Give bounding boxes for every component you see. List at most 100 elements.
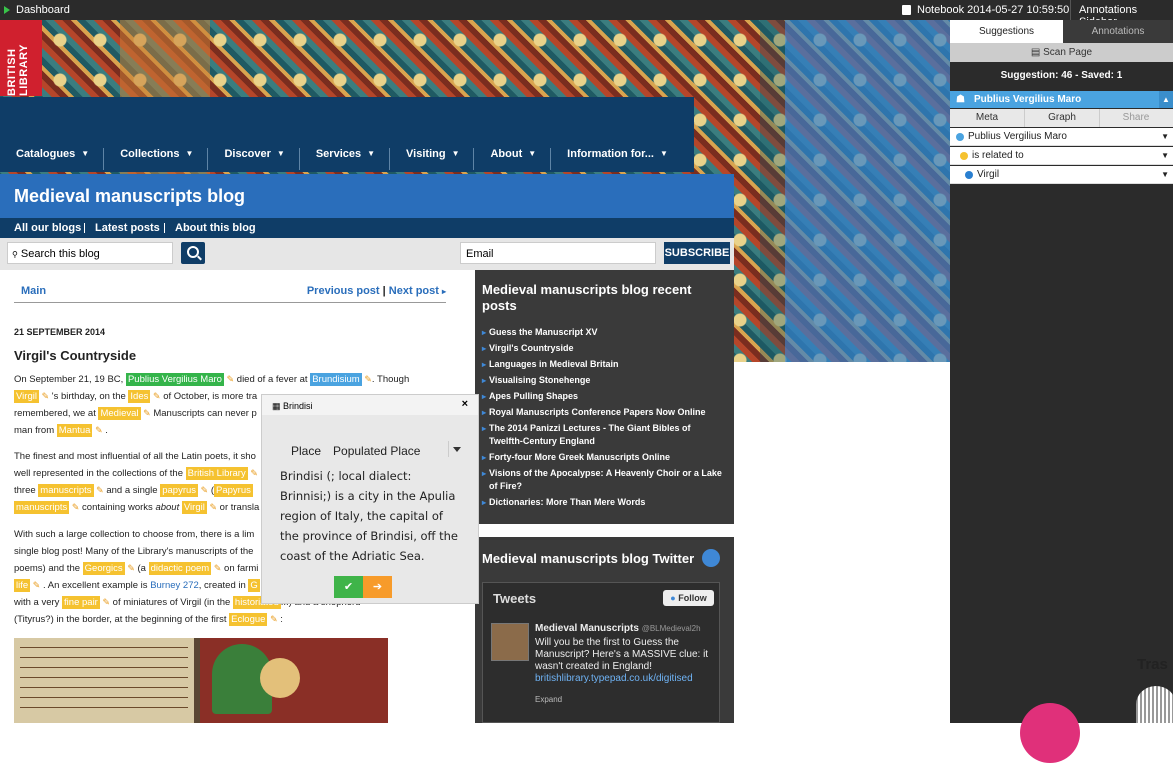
close-icon[interactable]: × — [462, 398, 468, 410]
nav-item-information-for[interactable]: Information for... ▼ — [551, 148, 682, 170]
recent-post-link[interactable]: Visions of the Apocalypse: A Heavenly Ch… — [482, 467, 722, 493]
recent-post-link[interactable]: Apes Pulling Shapes — [482, 390, 722, 403]
triple-subject-row[interactable]: Publius Vergilius Maro ▼ — [950, 128, 1173, 146]
annotation-highlight[interactable]: manuscripts — [38, 484, 94, 497]
text: . Though — [371, 374, 410, 385]
follow-button[interactable]: ● Follow — [663, 590, 714, 606]
nav-item-catalogues[interactable]: Catalogues ▼ — [0, 148, 105, 170]
annotation-highlight[interactable]: Ides — [128, 390, 151, 403]
tab-meta[interactable]: Meta — [950, 109, 1024, 127]
nav-item-visiting[interactable]: Visiting ▼ — [390, 148, 475, 170]
subscribe-button[interactable]: SUBSCRIBE — [664, 242, 730, 264]
link-latest-posts[interactable]: Latest posts — [95, 222, 160, 234]
tab-suggestions[interactable]: Suggestions — [950, 20, 1063, 43]
annotation-highlight[interactable]: Georgics — [82, 562, 125, 575]
twitter-bird-icon[interactable] — [702, 549, 720, 567]
popup-header: ▦ Brindisi × — [262, 395, 478, 415]
pencil-icon[interactable]: ✎ — [153, 391, 161, 401]
recent-post-link[interactable]: Visualising Stonehenge — [482, 374, 722, 387]
pencil-icon[interactable]: ✎ — [364, 374, 372, 384]
nav-item-collections[interactable]: Collections ▼ — [104, 148, 209, 170]
next-post-link[interactable]: Next post — [389, 285, 439, 297]
annotation-highlight[interactable]: Papyrus — [214, 484, 253, 497]
nav-item-about[interactable]: About ▼ — [474, 148, 552, 170]
annotation-highlight-publius[interactable]: Publius Vergilius Maro — [125, 373, 224, 386]
nav-item-discover[interactable]: Discover ▼ — [208, 148, 300, 170]
search-button[interactable] — [181, 242, 205, 264]
notebook-button[interactable]: Notebook 2014-05-27 10:59:50 — [902, 4, 1069, 16]
nav-label: Services — [315, 148, 362, 160]
chevron-down-icon[interactable]: ▼ — [1161, 128, 1169, 145]
annotation-highlight-brundisium[interactable]: Brundisium — [310, 373, 362, 386]
entity-type-select[interactable]: Place Populated Place — [291, 444, 432, 458]
recent-post-link[interactable]: Dictionaries: More Than Mere Words — [482, 496, 722, 509]
annotation-highlight[interactable]: G — [248, 579, 260, 592]
annotation-highlight[interactable]: manuscripts — [14, 501, 70, 514]
app-badge-icon[interactable] — [1020, 703, 1080, 763]
annotation-highlight[interactable]: Virgil — [14, 390, 39, 403]
annotation-highlight[interactable]: Medieval — [98, 407, 141, 420]
text: : — [277, 614, 283, 625]
pencil-icon[interactable]: ✎ — [227, 374, 235, 384]
chevron-down-icon[interactable]: ▼ — [1161, 147, 1169, 164]
blog-title[interactable]: Medieval manuscripts blog — [14, 186, 245, 207]
recent-post-link[interactable]: Royal Manuscripts Conference Papers Now … — [482, 406, 722, 419]
triple-object-row[interactable]: Virgil ▼ — [950, 166, 1173, 184]
post-title[interactable]: Virgil's Countryside — [14, 348, 136, 363]
chevron-down-icon[interactable]: ▼ — [1161, 166, 1169, 183]
email-input[interactable]: Email — [460, 242, 656, 264]
avatar[interactable] — [491, 623, 529, 661]
nav-label: About — [490, 148, 523, 160]
expand-link[interactable]: Expand — [535, 695, 562, 704]
annotation-highlight[interactable]: British Library — [185, 467, 248, 480]
dashboard-button[interactable]: Dashboard — [4, 4, 70, 16]
annotation-highlight[interactable]: Virgil — [181, 501, 207, 514]
recent-post-link[interactable]: Forty-four More Greek Manuscripts Online — [482, 451, 722, 464]
link-about-blog[interactable]: About this blog — [175, 222, 256, 234]
tweet-author[interactable]: Medieval Manuscripts @BLMedieval2h — [535, 623, 701, 634]
annotation-highlight[interactable]: papyrus — [160, 484, 199, 497]
search-input[interactable]: ⚲ Search this blog — [7, 242, 173, 264]
pencil-icon[interactable]: ✎ — [250, 468, 258, 478]
previous-post-link[interactable]: Previous post — [307, 285, 380, 297]
main-link[interactable]: Main — [21, 285, 46, 297]
tab-share[interactable]: Share — [1099, 109, 1173, 127]
burney-272-link[interactable]: Burney 272 — [150, 580, 199, 591]
pencil-icon[interactable]: ✎ — [127, 563, 135, 573]
pencil-icon[interactable]: ✎ — [209, 502, 217, 512]
recent-post-link[interactable]: Guess the Manuscript XV — [482, 326, 722, 339]
next-button[interactable]: ➔ — [363, 576, 392, 598]
tab-graph[interactable]: Graph — [1024, 109, 1100, 127]
tweet-link[interactable]: britishlibrary.typepad.co.uk/digitised — [535, 673, 693, 684]
annotation-highlight[interactable]: Mantua — [56, 424, 93, 437]
link-all-blogs[interactable]: All our blogs — [14, 222, 81, 234]
predicate-label: is related to — [972, 150, 1024, 161]
british-library-logo[interactable]: BRITISH LIBRARY — [0, 20, 42, 96]
tab-annotations[interactable]: Annotations — [1063, 20, 1173, 43]
annotation-highlight[interactable]: fine pair — [62, 596, 100, 609]
pencil-icon[interactable]: ✎ — [143, 408, 151, 418]
divider — [84, 223, 85, 233]
scan-page-button[interactable]: ▤ Scan Page — [950, 43, 1173, 62]
triple-predicate-row[interactable]: is related to ▼ — [950, 147, 1173, 165]
annotation-highlight[interactable]: didactic poem — [148, 562, 212, 575]
pencil-icon[interactable]: ✎ — [103, 597, 111, 607]
pencil-icon[interactable]: ✎ — [42, 391, 50, 401]
pencil-icon[interactable]: ✎ — [95, 425, 103, 435]
entity-header[interactable]: ☗ Publius Vergilius Maro ▲ — [950, 91, 1173, 108]
highlight-overlay — [785, 20, 950, 362]
pencil-icon[interactable]: ✎ — [96, 485, 104, 495]
pencil-icon[interactable]: ✎ — [270, 614, 278, 624]
trash-icon[interactable] — [1136, 686, 1173, 723]
search-row: ⚲ Search this blog Email SUBSCRIBE — [0, 238, 734, 270]
annotation-highlight[interactable]: Eclogue — [229, 613, 268, 626]
confirm-button[interactable]: ✔ — [334, 576, 363, 598]
recent-post-link[interactable]: Virgil's Countryside — [482, 342, 722, 355]
recent-post-link[interactable]: The 2014 Panizzi Lectures - The Giant Bi… — [482, 422, 722, 448]
manuscript-image[interactable] — [14, 638, 388, 723]
annotation-highlight[interactable]: life — [14, 579, 31, 592]
chevron-down-icon[interactable] — [448, 441, 465, 457]
recent-post-link[interactable]: Languages in Medieval Britain — [482, 358, 722, 371]
nav-item-services[interactable]: Services ▼ — [300, 148, 391, 170]
chevron-up-icon[interactable]: ▲ — [1159, 91, 1173, 108]
